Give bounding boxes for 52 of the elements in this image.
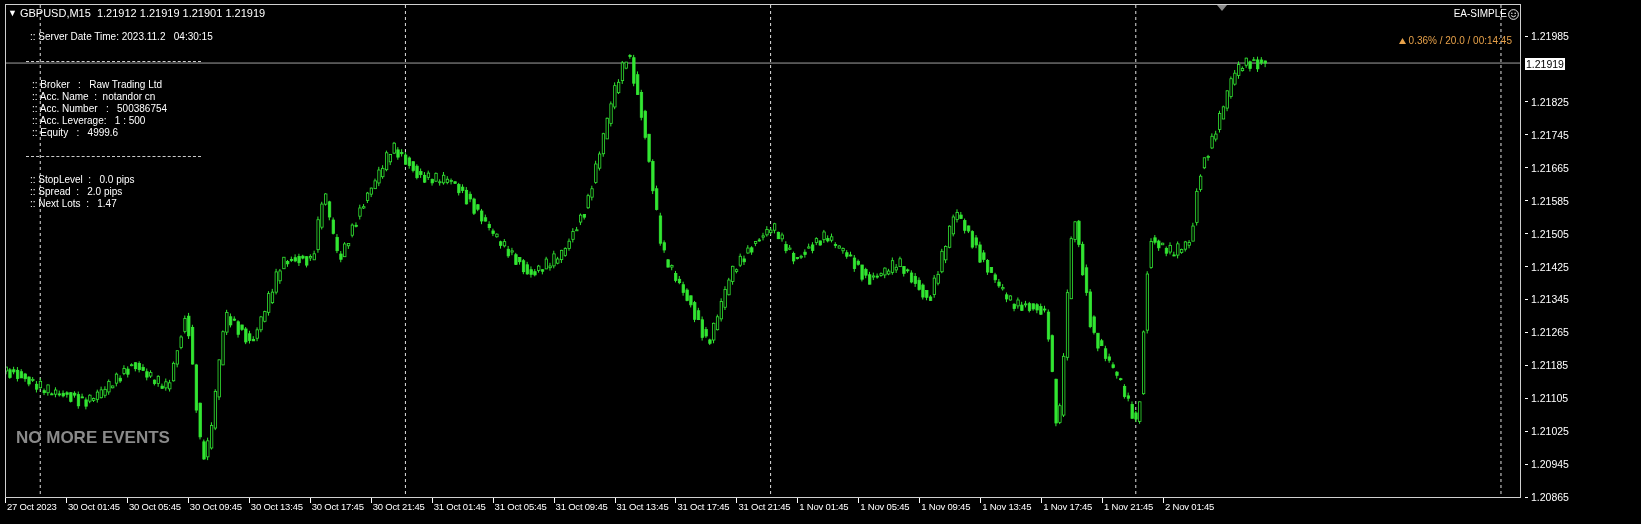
chart-shift-marker-icon[interactable]	[1217, 5, 1227, 11]
price-axis-label: 1.21825	[1531, 95, 1569, 108]
price-axis-label: 1.20865	[1531, 491, 1569, 503]
price-axis-label: 1.21185	[1531, 359, 1569, 372]
current-price-label: 1.21919	[1524, 57, 1566, 72]
time-axis-label: 1 Nov 17:45	[1043, 501, 1093, 513]
account-info-text: :: Equity : 4999.6	[32, 127, 120, 139]
time-axis-label: 1 Nov 01:45	[799, 501, 849, 513]
price-axis-label: 1.21665	[1531, 161, 1569, 174]
price-axis-label: 1.21505	[1531, 227, 1569, 240]
time-axis-label: 30 Oct 21:45	[372, 501, 425, 513]
events-label: NO MORE EVENTS	[16, 428, 170, 448]
account-info-text: :: Broker : Raw Trading Ltd	[32, 79, 164, 91]
time-axis-label: 30 Oct 01:45	[67, 501, 120, 513]
trading-info-text: :: Spread : 2.0 pips	[30, 186, 124, 198]
expert-name: EA-SIMPLE	[1453, 8, 1507, 20]
time-axis-label: 31 Oct 01:45	[433, 501, 486, 513]
time-axis-label: 31 Oct 17:45	[677, 501, 730, 513]
price-axis-label: 1.21985	[1531, 30, 1569, 42]
price-axis-label: 1.21345	[1531, 293, 1569, 306]
time-axis-label: 30 Oct 05:45	[128, 501, 181, 513]
account-info-text: :: Acc. Leverage: 1 : 500	[32, 115, 147, 127]
smiley-icon[interactable]	[1508, 8, 1519, 20]
chart-symbol-header: GBPUSD,M15 1.21912 1.21919 1.21901 1.21919	[19, 6, 266, 20]
trading-info-text: :: StopLevel : 0.0 pips	[30, 174, 136, 186]
time-axis-label: 2 Nov 01:45	[1165, 501, 1215, 513]
time-axis-label: 1 Nov 05:45	[860, 501, 910, 513]
price-axis-label: 1.21425	[1531, 260, 1569, 273]
time-axis-label: 30 Oct 17:45	[311, 501, 364, 513]
time-axis-label: 31 Oct 09:45	[555, 501, 608, 513]
profit-status-text: 0.36% / 20.0 / 00:14:45	[1408, 35, 1512, 47]
time-axis-label: 30 Oct 09:45	[189, 501, 242, 513]
account-info-text: :: Acc. Number : 500386754	[32, 103, 169, 115]
price-axis-label: 1.21745	[1531, 128, 1569, 141]
time-axis-label: 1 Nov 13:45	[982, 501, 1032, 513]
time-axis-label: 31 Oct 05:45	[494, 501, 547, 513]
server-time-text: :: Server Date Time: 2023.11.2 04:30:15	[29, 31, 213, 43]
time-axis-label: 30 Oct 13:45	[250, 501, 303, 513]
price-axis-label: 1.21105	[1531, 392, 1569, 405]
price-axis-label: 1.21025	[1531, 425, 1569, 438]
trading-info-text: :: Next Lots : 1.47	[30, 198, 118, 210]
time-axis-label: 1 Nov 21:45	[1104, 501, 1154, 513]
up-triangle-icon	[1398, 38, 1406, 44]
time-axis-label: 27 Oct 2023	[7, 501, 57, 513]
price-axis-label: 1.21585	[1531, 194, 1569, 207]
price-axis-label: 1.20945	[1531, 458, 1569, 471]
account-info-text: :: Acc. Name : notandor cn	[32, 91, 157, 103]
time-axis-label: 31 Oct 21:45	[738, 501, 791, 513]
time-axis-label: 31 Oct 13:45	[616, 501, 669, 513]
time-axis-label: 1 Nov 09:45	[921, 501, 971, 513]
price-axis-label: 1.21265	[1531, 326, 1569, 339]
collapse-toggle[interactable]: ▼	[8, 6, 17, 20]
